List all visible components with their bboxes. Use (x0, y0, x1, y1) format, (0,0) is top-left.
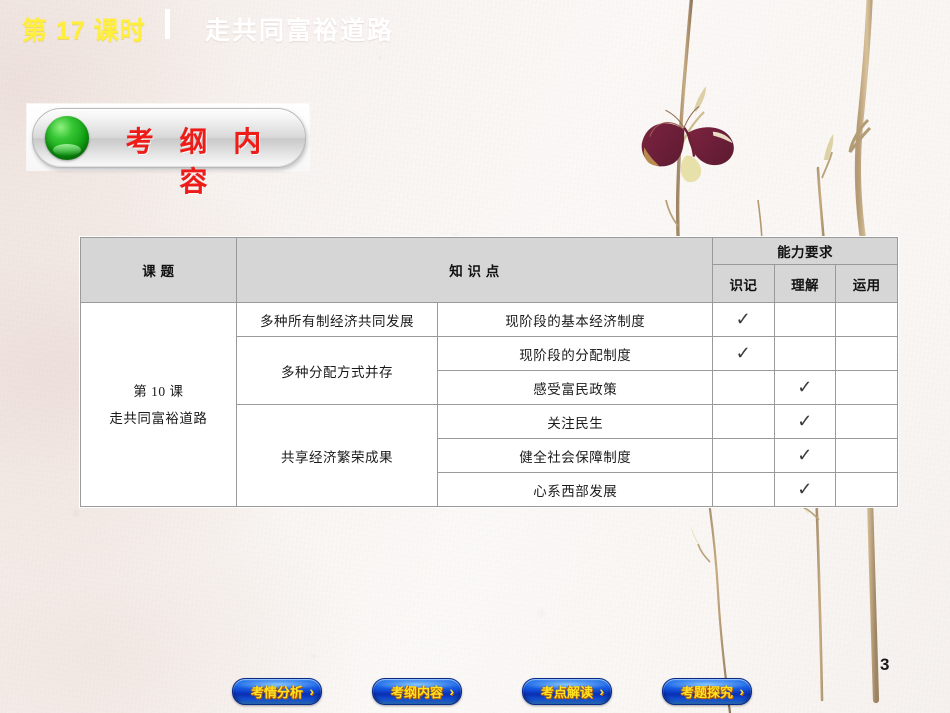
header-ability-apply: 运用 (835, 264, 898, 303)
syllabus-table: 课 题 知 识 点 能力要求 识记 理解 运用 第 10 课 走共同富裕道路 多… (80, 237, 898, 507)
cell-knowledge-point: 感受富民政策 (437, 370, 714, 405)
cell-mark-apply (835, 472, 898, 507)
header-ability-recall: 识记 (712, 264, 775, 303)
nav-button-exam-analysis[interactable]: 考情分析 › (232, 678, 322, 705)
cell-unit: 共享经济繁荣成果 (235, 404, 439, 507)
cell-unit: 多种分配方式并存 (235, 336, 439, 405)
table-header: 课 题 知 识 点 能力要求 识记 理解 运用 (80, 237, 898, 303)
footer-navigation: 考情分析 › 考纲内容 › 考点解读 › 考题探究 › (0, 678, 950, 708)
chevron-right-icon: › (599, 683, 604, 699)
cell-mark-understand: ✓ (773, 370, 837, 405)
cell-knowledge-point: 现阶段的基本经济制度 (437, 302, 714, 337)
chevron-right-icon: › (739, 683, 744, 699)
topic-line-1: 第 10 课 (133, 383, 184, 399)
cell-knowledge-point: 关注民生 (437, 404, 714, 439)
section-badge-pill: 考 纲 内 容 (32, 108, 306, 197)
page-number: 3 (880, 655, 890, 674)
cell-mark-recall: ✓ (712, 336, 775, 371)
slide-canvas: 第 17 课时 走共同富裕道路 考 纲 内 容 课 题 知 识 点 能力要求 识… (0, 0, 950, 713)
nav-button-syllabus-content[interactable]: 考纲内容 › (372, 678, 462, 705)
cell-mark-recall (712, 404, 775, 439)
cell-mark-understand (773, 302, 837, 337)
topic-line-2: 走共同富裕道路 (109, 410, 208, 426)
nav-button-label: 考题探究 (680, 685, 733, 700)
nav-button-exam-questions[interactable]: 考题探究 › (662, 678, 752, 705)
cell-mark-apply (835, 302, 898, 337)
cell-knowledge-point: 健全社会保障制度 (437, 438, 714, 473)
header-ability: 能力要求 (712, 237, 898, 265)
cell-mark-apply (835, 370, 898, 405)
slide-title-bar: 第 17 课时 走共同富裕道路 (0, 0, 950, 52)
cell-mark-apply (835, 404, 898, 439)
title-separator (165, 9, 170, 39)
cell-mark-recall (712, 438, 775, 473)
cell-mark-apply (835, 438, 898, 473)
cell-mark-understand: ✓ (773, 472, 837, 507)
header-knowledge: 知 识 点 (235, 237, 714, 303)
chevron-right-icon: › (449, 683, 454, 699)
section-badge: 考 纲 内 容 (27, 104, 309, 197)
cell-knowledge-point: 现阶段的分配制度 (437, 336, 714, 371)
table-body: 第 10 课 走共同富裕道路 多种所有制经济共同发展 现阶段的基本经济制度 ✓ … (80, 302, 898, 507)
nav-button-key-points[interactable]: 考点解读 › (522, 678, 612, 705)
cell-topic: 第 10 课 走共同富裕道路 (80, 302, 237, 507)
header-ability-understand: 理解 (773, 264, 837, 303)
green-bullet-icon (45, 116, 89, 160)
nav-button-label: 考情分析 (250, 685, 303, 700)
nav-button-label: 考纲内容 (390, 685, 443, 700)
nav-button-label: 考点解读 (540, 685, 593, 700)
cell-knowledge-point: 心系西部发展 (437, 472, 714, 507)
cell-mark-apply (835, 336, 898, 371)
table-row: 第 10 课 走共同富裕道路 多种所有制经济共同发展 现阶段的基本经济制度 ✓ (80, 302, 898, 507)
cell-mark-recall (712, 370, 775, 405)
chevron-right-icon: › (309, 683, 314, 699)
cell-mark-recall (712, 472, 775, 507)
table-header-row-1: 课 题 知 识 点 能力要求 (80, 237, 898, 303)
header-topic: 课 题 (80, 237, 237, 303)
page-title: 走共同富裕道路 (205, 17, 395, 45)
cell-mark-understand: ✓ (773, 438, 837, 473)
cell-unit: 多种所有制经济共同发展 (235, 302, 439, 337)
page-title-lesson-number: 第 17 课时 (22, 17, 146, 45)
cell-mark-understand: ✓ (773, 404, 837, 439)
section-badge-label: 考 纲 内 容 (125, 126, 271, 197)
cell-mark-understand (773, 336, 837, 371)
cell-mark-recall: ✓ (712, 302, 775, 337)
